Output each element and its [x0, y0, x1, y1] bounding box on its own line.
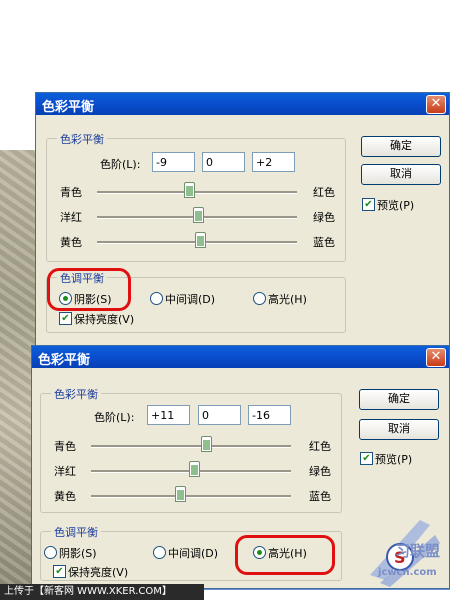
preview-label[interactable]: 预览(P) [377, 197, 414, 213]
highlights-radio[interactable] [253, 292, 266, 305]
title-bar[interactable]: 色彩平衡 ✕ [36, 93, 449, 115]
levels-label: 色阶(L): [100, 158, 141, 171]
green-label: 绿色 [313, 211, 335, 224]
cyan-label: 青色 [60, 186, 82, 199]
preserve-luminosity-label[interactable]: 保持亮度(V) [74, 311, 134, 327]
cancel-button[interactable]: 取消 [361, 164, 441, 185]
shadows-radio[interactable] [44, 546, 57, 559]
preserve-luminosity-label[interactable]: 保持亮度(V) [68, 564, 128, 580]
yellow-blue-slider[interactable] [91, 486, 291, 502]
close-button[interactable]: ✕ [426, 95, 446, 114]
slider-thumb[interactable] [201, 436, 212, 452]
preserve-luminosity-checkbox[interactable]: ✔ [53, 565, 66, 578]
magenta-label: 洋红 [54, 465, 76, 478]
magenta-green-slider[interactable] [91, 461, 291, 477]
ok-button[interactable]: 确定 [359, 389, 439, 410]
cancel-button[interactable]: 取消 [359, 419, 439, 440]
slider-thumb[interactable] [189, 461, 200, 477]
levels-label: 色阶(L): [94, 411, 135, 424]
dialog-title: 色彩平衡 [38, 353, 91, 368]
preview-checkbox[interactable]: ✔ [362, 198, 375, 211]
cyan-red-slider[interactable] [97, 182, 297, 198]
level-yellow-blue-field[interactable] [252, 152, 295, 172]
shadows-label[interactable]: 阴影(S) [59, 545, 97, 561]
level-magenta-green-field[interactable] [202, 152, 245, 172]
close-button[interactable]: ✕ [426, 348, 446, 367]
midtones-radio[interactable] [153, 546, 166, 559]
group-title: 色调平衡 [51, 524, 101, 540]
level-cyan-red-field[interactable] [147, 405, 190, 425]
green-label: 绿色 [309, 465, 331, 478]
watermark-brand: 习联盟 [395, 542, 441, 560]
color-balance-dialog-1: 色彩平衡 ✕ 色彩平衡 色阶(L): 青色 红色 洋红 绿色 黄色 蓝色 色调平… [35, 92, 450, 346]
yellow-label: 黄色 [60, 236, 82, 249]
slider-thumb[interactable] [175, 486, 186, 502]
yellow-label: 黄色 [54, 490, 76, 503]
color-balance-group: 色彩平衡 色阶(L): 青色 红色 洋红 绿色 黄色 蓝色 [40, 386, 342, 513]
red-label: 红色 [313, 186, 335, 199]
red-label: 红色 [309, 440, 331, 453]
slider-thumb[interactable] [193, 207, 204, 223]
slider-thumb[interactable] [184, 182, 195, 198]
level-cyan-red-field[interactable] [152, 152, 195, 172]
group-title: 色彩平衡 [51, 386, 101, 402]
watermark-site: jcwcn.com [378, 567, 437, 578]
highlight-annotation [47, 268, 131, 311]
slider-thumb[interactable] [195, 232, 206, 248]
title-bar[interactable]: 色彩平衡 ✕ [32, 346, 449, 368]
preserve-luminosity-checkbox[interactable]: ✔ [59, 312, 72, 325]
midtones-radio[interactable] [150, 292, 163, 305]
magenta-green-slider[interactable] [97, 207, 297, 223]
blue-label: 蓝色 [309, 490, 331, 503]
preview-label[interactable]: 预览(P) [375, 451, 412, 467]
color-balance-group: 色彩平衡 色阶(L): 青色 红色 洋红 绿色 黄色 蓝色 [46, 131, 346, 262]
dialog-title: 色彩平衡 [42, 100, 95, 115]
level-magenta-green-field[interactable] [198, 405, 241, 425]
footer-credit: 上传于【新客网 WWW.XKER.COM】 [0, 584, 204, 600]
highlights-label[interactable]: 高光(H) [268, 291, 307, 307]
yellow-blue-slider[interactable] [97, 232, 297, 248]
cyan-red-slider[interactable] [91, 436, 291, 452]
blue-label: 蓝色 [313, 236, 335, 249]
highlight-annotation [235, 535, 335, 575]
midtones-label[interactable]: 中间调(D) [165, 291, 215, 307]
group-title: 色彩平衡 [57, 131, 107, 147]
cyan-label: 青色 [54, 440, 76, 453]
midtones-label[interactable]: 中间调(D) [168, 545, 218, 561]
level-yellow-blue-field[interactable] [248, 405, 291, 425]
ok-button[interactable]: 确定 [361, 136, 441, 157]
preview-checkbox[interactable]: ✔ [360, 452, 373, 465]
magenta-label: 洋红 [60, 211, 82, 224]
